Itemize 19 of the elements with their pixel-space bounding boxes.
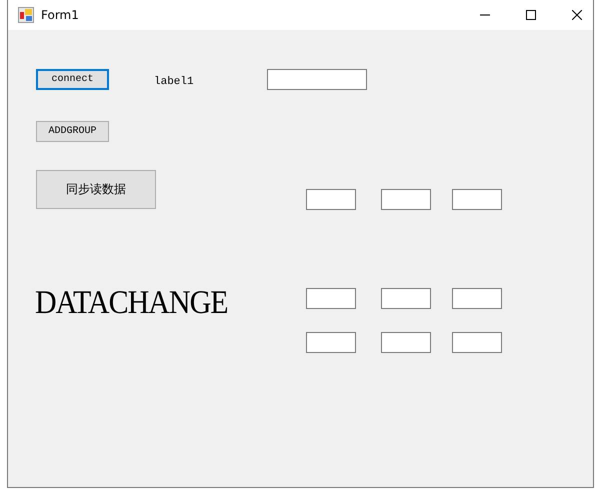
text-field[interactable] (381, 288, 431, 309)
text-field[interactable] (452, 288, 502, 309)
label-text: label1 (154, 76, 194, 88)
form-button[interactable]: connect (36, 69, 109, 90)
app-icon (18, 7, 34, 23)
text-field[interactable] (267, 69, 367, 90)
text-field[interactable] (306, 288, 356, 309)
text-field[interactable] (381, 189, 431, 210)
datachange-label: DATACHANGE (35, 284, 228, 322)
window-title: Form1 (41, 8, 79, 22)
text-field[interactable] (306, 332, 356, 353)
text-field[interactable] (381, 332, 431, 353)
text-field[interactable] (452, 332, 502, 353)
form-button[interactable]: 同步读数据 (36, 170, 156, 209)
text-field[interactable] (306, 189, 356, 210)
text-field[interactable] (452, 189, 502, 210)
form-button[interactable]: ADDGROUP (36, 121, 109, 142)
close-icon[interactable] (572, 10, 582, 20)
maximize-icon[interactable] (526, 10, 536, 20)
